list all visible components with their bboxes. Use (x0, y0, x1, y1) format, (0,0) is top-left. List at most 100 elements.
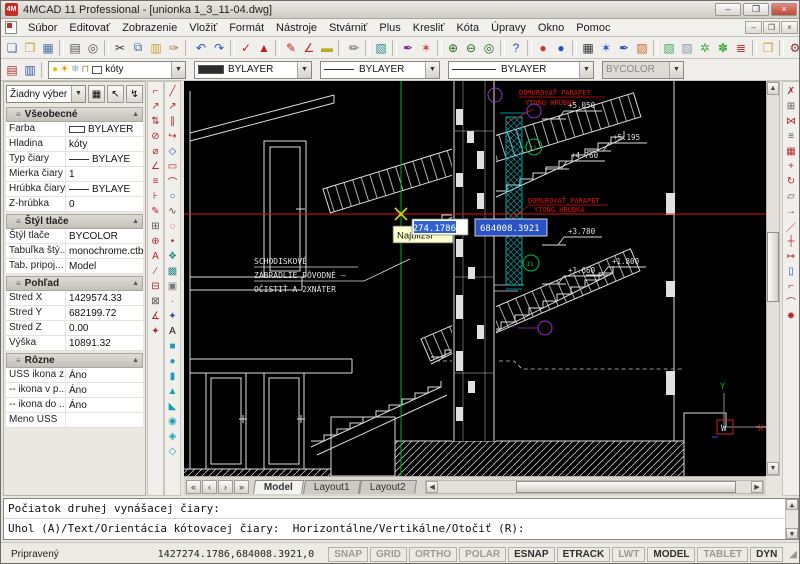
polygon-icon[interactable]: ◇ (165, 144, 180, 159)
scroll-down-icon[interactable]: ▼ (786, 528, 798, 539)
command-window[interactable]: Počiatok druhej vynášacej čiary: Uhol (A… (3, 498, 799, 540)
layer-lock-icon[interactable]: ⊓ (81, 64, 89, 75)
property-value[interactable]: Áno (66, 368, 143, 382)
tab-layout1[interactable]: Layout1 (303, 480, 361, 494)
quick-select-button[interactable]: ▦ (88, 85, 105, 103)
property-value[interactable]: 10891.32 (66, 336, 143, 350)
layer-on-icon[interactable]: ● (52, 64, 58, 75)
menu-item[interactable]: Zobrazenie (116, 20, 183, 36)
ellipse-icon[interactable]: ◌ (165, 219, 180, 234)
section-header[interactable]: ≡ Pohľad ▲ (6, 276, 143, 291)
scale-icon[interactable]: ▱ (784, 189, 799, 204)
dim-linear-icon[interactable]: ⌐ (148, 84, 163, 99)
menu-item[interactable]: Pomoc (570, 20, 616, 36)
command-scrollbar[interactable]: ▲ ▼ (785, 499, 798, 539)
layer-freeze-icon[interactable]: ❄ (71, 64, 79, 75)
prop-uss-ikona[interactable]: USS ikona z... Áno (6, 368, 143, 383)
property-value[interactable]: BYLAYER (66, 122, 143, 136)
chevron-down-icon[interactable]: ▼ (425, 62, 439, 78)
sep[interactable] (59, 40, 64, 56)
status-toggle-ortho[interactable]: ORTHO (409, 547, 457, 562)
property-value[interactable]: monochrome.ctb (66, 244, 143, 258)
menu-item[interactable]: Kóta (450, 20, 485, 36)
offset-icon[interactable]: ≡ (784, 129, 799, 144)
color-combo[interactable]: BYLAYER ▼ (194, 61, 312, 79)
solid-sphere-icon[interactable]: ● (165, 354, 180, 369)
zoom-in-button[interactable]: ⊕ (444, 39, 462, 57)
layer-combo[interactable]: ● ☀ ❄ ⊓ kóty ▼ (48, 61, 186, 79)
property-value[interactable]: BYCOLOR (66, 229, 143, 243)
image-1-button[interactable]: ▧ (660, 39, 678, 57)
menu-item[interactable]: Nástroje (270, 20, 323, 36)
prop-mierka-ciary[interactable]: Mierka čiary 1 (6, 167, 143, 182)
linetype-combo[interactable]: BYLAYER ▼ (320, 61, 440, 79)
dim-style-icon[interactable]: ✦ (148, 324, 163, 339)
prop-tab-pripojenia[interactable]: Tab. pripoj... Model (6, 259, 143, 274)
dyn-input-y-field[interactable]: 684008.3921 (475, 219, 547, 236)
menu-item[interactable]: Okno (532, 20, 570, 36)
print-preview-button[interactable]: ◎ (84, 39, 102, 57)
move-icon[interactable]: + (784, 159, 799, 174)
hatch-icon[interactable]: ▩ (165, 264, 180, 279)
collapse-icon[interactable]: ▲ (132, 357, 139, 364)
redo-button[interactable]: ↷ (210, 39, 228, 57)
scroll-left-icon[interactable]: ◀ (426, 481, 438, 493)
prop-stred-y[interactable]: Stred Y 682199.72 (6, 306, 143, 321)
explode-icon[interactable]: ✸ (784, 309, 799, 324)
cut-button[interactable]: ✂ (111, 39, 129, 57)
layers-manager-button[interactable]: ▤ (3, 61, 21, 79)
drawing-canvas[interactable]: SCHODISKOVÉ ZÁBRADLIE PÔVODNÉ — OČISTIŤ … (184, 81, 766, 476)
sep[interactable] (752, 40, 757, 56)
prop-farba[interactable]: Farba BYLAYER (6, 122, 143, 137)
sep[interactable] (527, 40, 532, 56)
zoom-window-button[interactable]: ◎ (480, 39, 498, 57)
zoom-out-button[interactable]: ⊖ (462, 39, 480, 57)
sep[interactable] (338, 40, 343, 56)
prop-typ-ciary[interactable]: Typ čiary BYLAYE (6, 152, 143, 167)
mdi-minimize-button[interactable]: – (745, 21, 762, 34)
solid-box-icon[interactable]: ■ (165, 339, 180, 354)
break-icon[interactable]: ▯ (784, 264, 799, 279)
prop-meno-uss[interactable]: Meno USS (6, 413, 143, 428)
prop-hladina[interactable]: Hladina kóty (6, 137, 143, 152)
menu-item[interactable]: Súbor (22, 20, 63, 36)
erase-icon[interactable]: ✗ (784, 84, 799, 99)
dim-angular-icon[interactable]: ∠ (148, 159, 163, 174)
point-style-icon[interactable]: · (165, 294, 180, 309)
coordinate-readout[interactable]: 1427274.1786,684008.3921,0 (158, 549, 315, 560)
new-button[interactable]: ❏ (3, 39, 21, 57)
style-pen-button[interactable]: ✒ (399, 39, 417, 57)
sep[interactable] (500, 40, 505, 56)
collapse-icon[interactable]: ▲ (132, 280, 139, 287)
levels-button[interactable]: ≣ (732, 39, 750, 57)
solid-torus-icon[interactable]: ◉ (165, 414, 180, 429)
tree-button[interactable]: ✲ (696, 39, 714, 57)
menu-item[interactable]: Editovať (63, 20, 116, 36)
sep[interactable] (275, 40, 280, 56)
extend-icon[interactable]: ↦ (784, 249, 799, 264)
menu-item[interactable]: Úpravy (485, 20, 532, 36)
sep[interactable] (653, 40, 658, 56)
status-toggle-model[interactable]: MODEL (647, 547, 695, 562)
status-toggle-polar[interactable]: POLAR (459, 547, 506, 562)
vertical-scrollbar[interactable]: ▲ ▼ (766, 81, 780, 476)
view-sphere-button[interactable]: ● (552, 39, 570, 57)
mdi-close-button[interactable]: × (781, 21, 798, 34)
property-value[interactable]: Áno (66, 383, 143, 397)
dim-oblique-icon[interactable]: ⁄ (148, 264, 163, 279)
sep[interactable] (104, 40, 109, 56)
horizontal-scrollbar[interactable]: ◀ ▶ (425, 480, 764, 494)
command-prompt-line[interactable]: Uhol (A)/Text/Orientácia kótovacej čiary… (4, 519, 798, 539)
arc-icon[interactable]: ⌒ (165, 174, 180, 189)
section-header[interactable]: ≡ Všeobecné ▲ (6, 107, 143, 122)
property-value[interactable]: BYLAYE (66, 152, 143, 166)
movie-button[interactable]: ▦ (579, 39, 597, 57)
prop-ikona-vp[interactable]: -- ikona v p... Áno (6, 383, 143, 398)
dim-leader-icon[interactable]: ✎ (148, 204, 163, 219)
menu-item[interactable]: Plus (373, 20, 406, 36)
chevron-down-icon[interactable]: ▼ (171, 62, 185, 78)
prop-hrubka-ciary[interactable]: Hrúbka čiary BYLAYE (6, 182, 143, 197)
layer-thaw-icon[interactable]: ☀ (60, 64, 69, 75)
copy-object-icon[interactable]: ⊞ (784, 99, 799, 114)
status-toggle-dyn[interactable]: DYN (750, 547, 783, 562)
